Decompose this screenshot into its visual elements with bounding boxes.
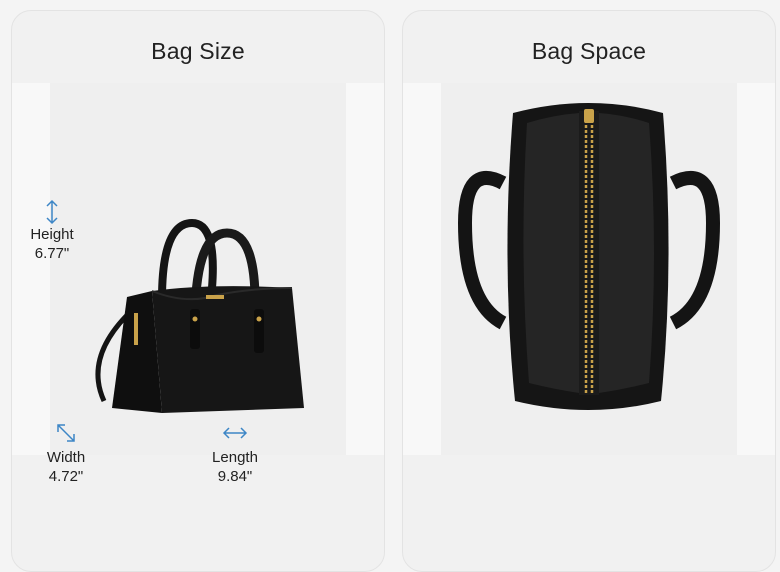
vertical-arrow-icon <box>12 199 92 225</box>
handle-left <box>457 171 507 330</box>
bag-space-card: Bag Space <box>402 10 776 572</box>
zipper-head <box>584 109 594 123</box>
rivet-right <box>256 316 262 322</box>
handle-tab-right <box>254 309 264 353</box>
length-label: Length <box>212 449 258 466</box>
center-pocket <box>579 111 599 395</box>
length-value: 9.84" <box>217 468 253 485</box>
bag-side-photo <box>12 83 384 455</box>
width-label: Width <box>46 449 86 466</box>
bag-size-title: Bag Size <box>151 38 245 64</box>
bag-space-title: Bag Space <box>531 38 647 64</box>
bag-interior-image <box>457 103 721 410</box>
height-value: 6.77" <box>34 245 70 262</box>
bag-size-card: Bag Size Height 6.77" Width 4.72" Length… <box>11 10 385 572</box>
bag-interior-photo <box>403 83 775 455</box>
height-label: Height <box>30 226 74 243</box>
diagonal-arrow-icon <box>26 422 106 448</box>
compartment-left <box>523 113 579 393</box>
bag-front-panel <box>152 286 304 413</box>
rivet-left <box>192 316 198 322</box>
brand-logo <box>206 295 224 299</box>
horizontal-arrow-icon <box>195 422 275 448</box>
width-value: 4.72" <box>48 468 84 485</box>
height-measure: Height 6.77" <box>12 199 92 263</box>
width-measure: Width 4.72" <box>26 422 106 486</box>
compartment-right <box>599 113 654 393</box>
handle-right <box>669 171 721 330</box>
bag-side-image <box>95 218 304 413</box>
handle-tab-left <box>190 309 200 349</box>
length-measure: Length 9.84" <box>195 422 275 486</box>
